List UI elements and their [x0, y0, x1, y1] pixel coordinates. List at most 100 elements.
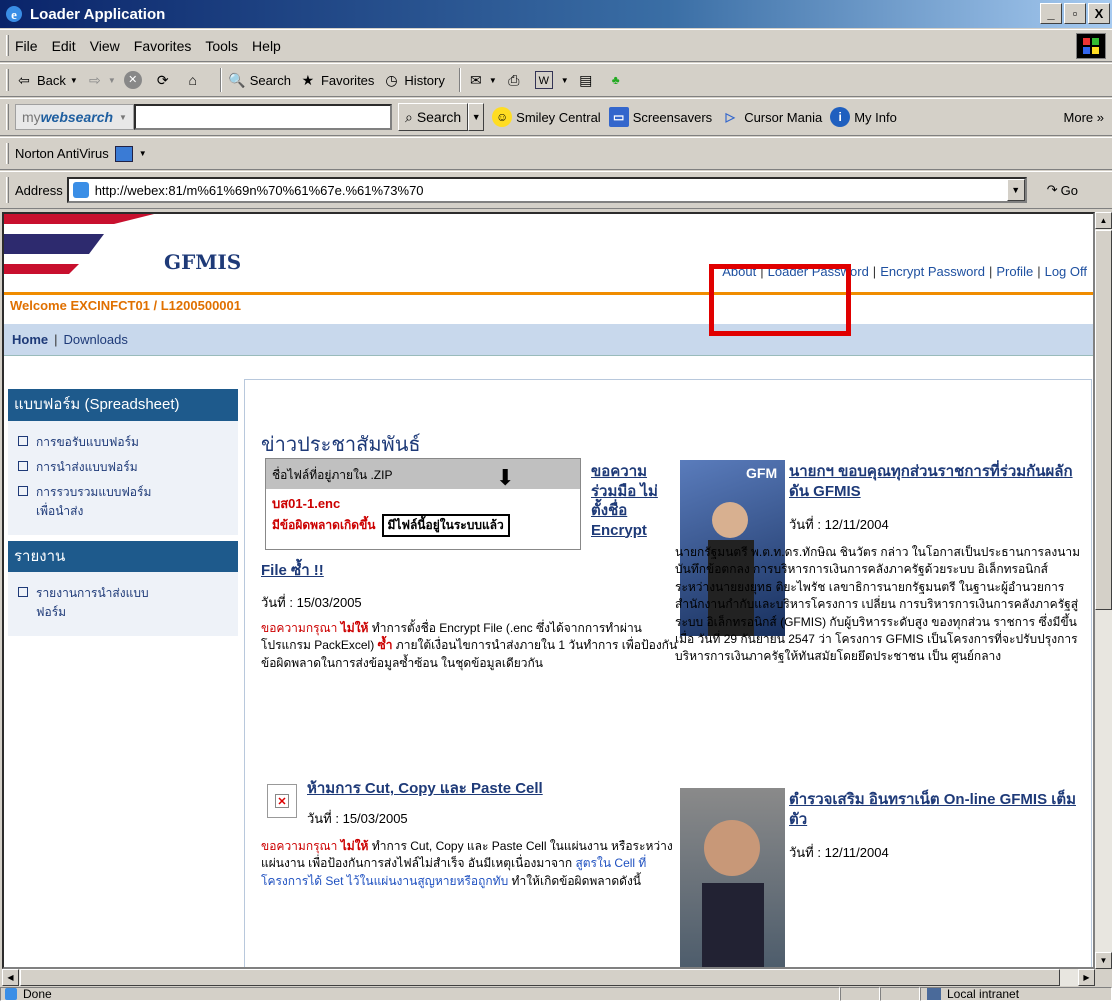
news3-title-link[interactable]: นายกฯ ขอบคุณทุกส่วนราชการที่ร่วมกันผลักด…: [789, 462, 1089, 501]
nav-home[interactable]: Home: [12, 332, 48, 347]
news4-photo[interactable]: [680, 788, 785, 967]
enc-filename: บส01-1.enc: [272, 496, 341, 511]
intranet-icon: [927, 987, 941, 1000]
scroll-thumb-horizontal[interactable]: [20, 969, 1060, 986]
sidebar-heading-reports: รายงาน: [8, 540, 238, 572]
back-button[interactable]: ⇦ Back ▼: [15, 71, 78, 89]
menu-help[interactable]: Help: [252, 38, 281, 54]
toolbar-grip[interactable]: [6, 142, 9, 165]
menu-edit[interactable]: Edit: [52, 38, 76, 54]
profile-link[interactable]: Profile: [996, 264, 1033, 279]
websearch-dropdown[interactable]: ▼: [468, 103, 485, 131]
horizontal-scrollbar[interactable]: ◀ ▶: [2, 969, 1095, 986]
sidebar: แบบฟอร์ม (Spreadsheet) การขอรับแบบฟอร์ม …: [8, 389, 238, 949]
thai-flag-logo: [4, 214, 154, 274]
home-button[interactable]: ⌂: [184, 71, 206, 89]
sidebar-item-collect-form[interactable]: การรวบรวมแบบฟอร์ม เพื่อนำส่ง: [18, 483, 238, 521]
search-icon: ⌕: [404, 108, 413, 125]
chevron-right-icon: »: [1096, 109, 1104, 125]
websearch-input[interactable]: [133, 104, 392, 130]
scroll-thumb-vertical[interactable]: [1095, 230, 1112, 610]
toolbar-grip[interactable]: [6, 34, 9, 57]
close-button[interactable]: X: [1088, 3, 1110, 24]
stop-button[interactable]: ✕: [123, 71, 146, 89]
discuss-button[interactable]: ▤: [577, 71, 599, 89]
vertical-scrollbar[interactable]: ▲ ▼: [1095, 212, 1112, 969]
screensavers-link[interactable]: ▭ Screensavers: [608, 107, 712, 127]
edit-button[interactable]: W ▼: [534, 71, 569, 89]
nav-downloads[interactable]: Downloads: [64, 332, 128, 347]
mail-button[interactable]: ✉ ▼: [467, 71, 497, 89]
browser-window: e Loader Application _ ▫ X File Edit Vie…: [0, 0, 1112, 1001]
discuss-icon: ▤: [579, 72, 593, 88]
norton-label[interactable]: Norton AntiVirus: [15, 146, 109, 161]
news1-title-link-a[interactable]: ขอความ ร่วมมือ ไม่ตั้งชื่อ Encrypt: [591, 462, 667, 540]
page-viewport: GFMIS About | Loader Password | Encrypt Pass…: [2, 212, 1095, 969]
websearch-search-button[interactable]: ⌕ Search: [397, 103, 469, 131]
address-label: Address: [15, 182, 63, 198]
status-text-cell: Done: [0, 986, 840, 1001]
news1-body: ขอความกรุณา ไม่ให้ ทำการตั้งชื่อ Encrypt…: [261, 621, 678, 670]
menu-view[interactable]: View: [90, 38, 120, 54]
sidebar-item-submit-form[interactable]: การนำส่งแบบฟอร์ม: [18, 458, 238, 477]
toolbar-grip[interactable]: [6, 104, 9, 130]
favorites-icon: ★: [301, 72, 315, 88]
news3-date: วันที่ : 12/11/2004: [789, 517, 889, 532]
menu-file[interactable]: File: [15, 38, 38, 54]
home-icon: ⌂: [188, 72, 197, 88]
news-panel: ข่าวประชาสัมพันธ์ ชื่อไฟล์ที่อยู่ภายใน .…: [244, 379, 1092, 967]
sidebar-item-report[interactable]: รายงานการนำส่งแบบ ฟอร์ม: [18, 584, 238, 622]
norton-icon[interactable]: [114, 145, 133, 162]
websearch-logo[interactable]: my websearch ▼: [15, 104, 134, 130]
cursor-icon: ▷: [725, 110, 735, 124]
toolbar-grip[interactable]: [6, 68, 9, 92]
news1-image[interactable]: ชื่อไฟล์ที่อยู่ภายใน .ZIP บส01-1.enc มีข…: [265, 458, 581, 550]
messenger-button[interactable]: ♣: [607, 71, 629, 89]
header-divider: [4, 292, 1093, 295]
standard-toolbar: ⇦ Back ▼ ⇨ ▼ ✕ ⟳ ⌂ 🔍 Search ★ Favorites ◷ Hist…: [0, 63, 1112, 97]
history-button[interactable]: ◷ History: [382, 71, 445, 89]
site-header: GFMIS About | Loader Password | Encrypt Pass…: [4, 214, 1093, 292]
windows-logo-icon: [1076, 33, 1106, 59]
news4-title-link[interactable]: ตำรวจเสริม อินทราเน็ต On-line GFMIS เต็ม…: [789, 790, 1089, 829]
scroll-right-button[interactable]: ▶: [1078, 969, 1095, 986]
minimize-button[interactable]: _: [1040, 3, 1062, 24]
news2-title-link[interactable]: ห้ามการ Cut, Copy และ Paste Cell: [307, 776, 543, 800]
cursor-mania-link[interactable]: ▷ Cursor Mania: [720, 107, 823, 127]
news2-body: ขอความกรุณา ไม่ให้ ทำการ Cut, Copy และ P…: [261, 839, 673, 888]
restore-button[interactable]: ▫: [1064, 3, 1086, 24]
more-button[interactable]: More »: [1064, 110, 1104, 125]
my-info-link[interactable]: i My Info: [830, 107, 897, 127]
search-icon: 🔍: [228, 72, 246, 88]
refresh-icon: ⟳: [156, 72, 169, 88]
logoff-link[interactable]: Log Off: [1045, 264, 1087, 279]
news4-date: วันที่ : 12/11/2004: [789, 845, 889, 860]
sidebar-item-request-form[interactable]: การขอรับแบบฟอร์ม: [18, 433, 238, 452]
address-input[interactable]: http://webex:81/m%61%69n%70%61%67e.%61%7…: [66, 177, 1027, 203]
print-button[interactable]: ⎙: [505, 71, 527, 89]
news2-date: วันที่ : 15/03/2005: [307, 811, 408, 826]
menu-favorites[interactable]: Favorites: [134, 38, 192, 54]
zip-filename-header: ชื่อไฟล์ที่อยู่ภายใน .ZIP: [266, 459, 580, 489]
scroll-up-button[interactable]: ▲: [1095, 212, 1112, 229]
scroll-left-button[interactable]: ◀: [2, 969, 19, 986]
news1-date: วันที่ : 15/03/2005: [261, 595, 362, 610]
scroll-down-button[interactable]: ▼: [1095, 952, 1112, 969]
news1-title-link-b[interactable]: File ซ้ำ !!: [261, 558, 324, 582]
smiley-central-link[interactable]: ☺ Smiley Central: [492, 107, 601, 127]
address-dropdown[interactable]: ▼: [1006, 179, 1025, 201]
refresh-button[interactable]: ⟳: [154, 71, 176, 89]
go-button[interactable]: ↷ Go: [1047, 182, 1078, 198]
search-button[interactable]: 🔍 Search: [228, 71, 291, 89]
toolbar-grip[interactable]: [6, 177, 9, 203]
broken-image-icon: ✕: [267, 784, 297, 818]
dropdown-icon[interactable]: ▼: [139, 149, 147, 158]
favorites-button[interactable]: ★ Favorites: [299, 71, 375, 89]
down-arrow-icon: ⬇: [496, 465, 515, 490]
forward-button[interactable]: ⇨ ▼: [86, 71, 116, 89]
print-icon: ⎙: [508, 72, 520, 88]
news-heading: ข่าวประชาสัมพันธ์: [261, 434, 421, 456]
encrypt-password-link[interactable]: Encrypt Password: [880, 264, 985, 279]
dropdown-icon: ▼: [488, 75, 497, 85]
menu-tools[interactable]: Tools: [205, 38, 238, 54]
